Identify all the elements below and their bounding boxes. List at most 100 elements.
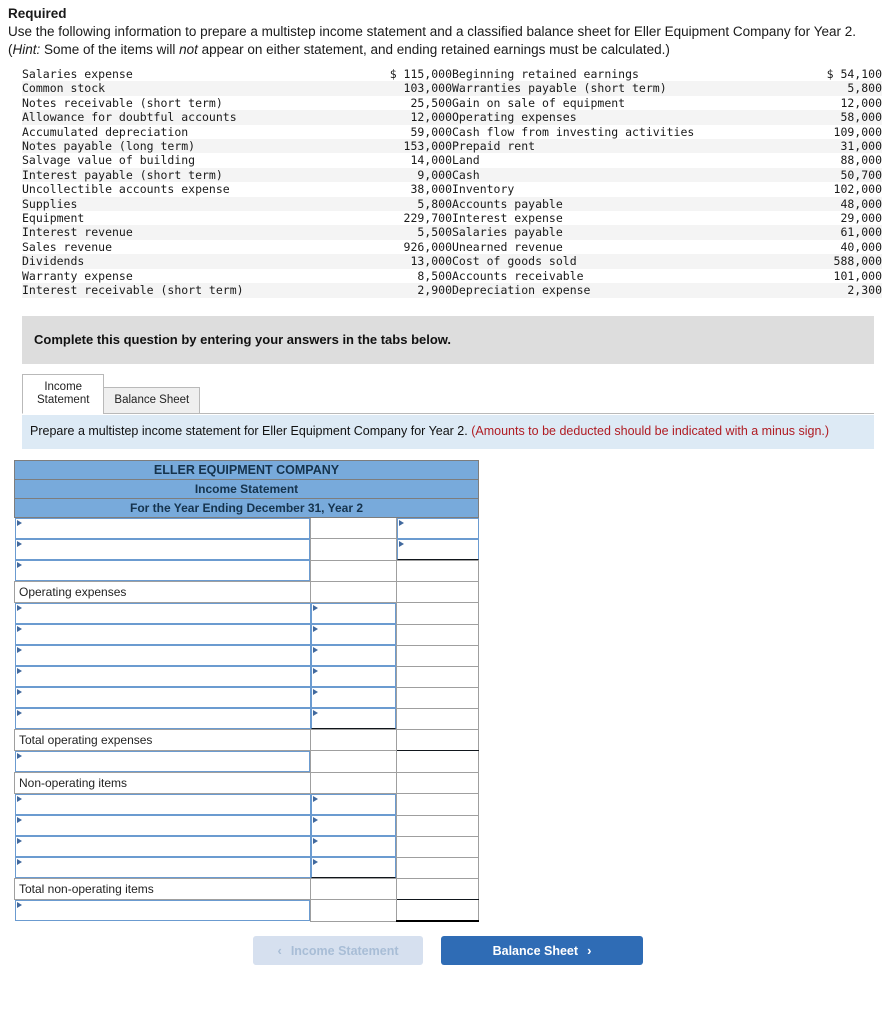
account-value: 29,000 [840,211,882,226]
tab-balance-sheet[interactable]: Balance Sheet [103,386,201,414]
statement-line-select[interactable] [14,538,310,560]
amount-input-middle[interactable] [310,581,397,603]
amount-input-right[interactable] [396,581,479,603]
account-value: 25,500 [410,95,452,110]
account-value: 58,000 [840,110,882,125]
tab-income-statement[interactable]: Income Statement [22,373,105,414]
statement-line-select[interactable] [14,687,311,708]
account-label: Warranties payable (short term) [452,81,667,96]
statement-line-select[interactable] [14,624,311,645]
table-row: Interest revenue 5,500 [22,225,452,240]
statement-line-select[interactable] [14,666,311,687]
table-row: Warranties payable (short term) 5,800 [452,81,882,96]
amount-input-right[interactable] [396,602,479,625]
statement-line-select[interactable] [14,517,310,539]
amount-input-middle[interactable] [310,516,397,539]
statement-line-select[interactable] [14,751,310,772]
amount-input-right[interactable] [396,665,479,688]
statement-period: For the Year Ending December 31, Year 2 [14,497,479,518]
statement-line-select[interactable] [14,603,311,624]
amount-input-right[interactable] [396,899,479,922]
amount-input-right[interactable] [397,538,479,560]
tab-instruction-main: Prepare a multistep income statement for… [30,423,468,438]
amount-input-right[interactable] [396,856,479,879]
amount-input-right[interactable] [396,707,479,730]
account-label: Interest receivable (short term) [22,283,244,298]
table-row: Supplies 5,800 [22,196,452,212]
amount-input-middle[interactable] [310,794,396,815]
table-row: Salvage value of building 14,000 [22,153,452,167]
amount-input-middle[interactable] [310,772,397,794]
amount-input-right[interactable] [396,835,479,858]
statement-row [14,559,479,582]
statement-row: Operating expenses [14,581,479,603]
account-value: 31,000 [840,139,882,154]
required-heading: Required [8,6,67,21]
table-row: Depreciation expense 2,300 [452,283,882,298]
account-label: Beginning retained earnings [452,67,639,81]
statement-line-select[interactable] [14,708,311,729]
statement-row [14,707,479,730]
prev-button-label: Income Statement [290,943,399,958]
next-button-label: Balance Sheet [492,943,579,958]
amount-input-right[interactable] [396,644,479,667]
account-label: Supplies [22,196,78,211]
statement-line-select[interactable] [14,794,311,815]
amount-input-right[interactable] [396,878,479,900]
table-row: Accumulated depreciation 59,000 [22,125,452,139]
income-statement-form: ELLER EQUIPMENT COMPANY Income Statement… [14,459,896,923]
amount-input-right[interactable] [397,517,479,539]
account-value: $ 115,000 [389,67,452,81]
account-label: Interest revenue [22,225,133,240]
statement-row [14,750,479,773]
amount-input-middle[interactable] [310,624,396,645]
statement-line-select[interactable] [14,857,311,878]
amount-input-middle[interactable] [310,815,396,836]
statement-row [14,665,479,688]
amount-input-right[interactable] [396,623,479,646]
statement-row [14,856,479,879]
table-row: Operating expenses 58,000 [452,110,882,125]
amount-input-middle[interactable] [310,687,396,708]
account-value: 103,000 [403,81,452,96]
amount-input-middle[interactable] [310,603,396,624]
data-column-right: Beginning retained earnings $ 54,100 Warra… [452,67,882,298]
account-value: 8,500 [417,268,452,283]
amount-input-right[interactable] [396,729,479,751]
amount-input-middle[interactable] [310,878,397,900]
amount-input-middle[interactable] [310,538,397,561]
account-value: 102,000 [833,182,882,197]
table-row: Common stock 103,000 [22,81,452,96]
statement-line-select[interactable] [14,560,310,581]
account-label: Salaries payable [452,225,563,240]
account-label: Uncollectible accounts expense [22,182,230,197]
account-data-table: Salaries expense $ 115,000 Common stock 103… [0,67,896,298]
amount-input-right[interactable] [396,559,479,582]
amount-input-right[interactable] [396,793,479,816]
account-label: Gain on sale of equipment [452,95,626,110]
amount-input-middle[interactable] [310,559,397,582]
statement-line-select[interactable] [14,900,310,921]
amount-input-right[interactable] [396,814,479,837]
amount-input-right[interactable] [396,750,479,773]
table-row: Cost of goods sold 588,000 [452,254,882,269]
account-label: Dividends [22,254,85,269]
amount-input-middle[interactable] [310,708,396,729]
statement-line-select[interactable] [14,645,311,666]
amount-input-middle[interactable] [310,666,396,687]
chevron-left-icon: ‹ [277,943,282,958]
amount-input-middle[interactable] [310,729,397,751]
amount-input-right[interactable] [396,686,479,709]
statement-line-select[interactable] [14,836,311,857]
amount-input-middle[interactable] [310,857,396,878]
amount-input-middle[interactable] [310,645,396,666]
account-label: Depreciation expense [452,283,591,298]
amount-input-middle[interactable] [310,750,397,773]
prev-income-statement-button[interactable]: ‹ Income Statement [253,936,423,965]
amount-input-middle[interactable] [310,899,397,922]
amount-input-right[interactable] [396,772,479,794]
statement-line-select[interactable] [14,815,311,836]
table-row: Salaries payable 61,000 [452,225,882,240]
amount-input-middle[interactable] [310,836,396,857]
next-balance-sheet-button[interactable]: Balance Sheet › [441,936,643,965]
